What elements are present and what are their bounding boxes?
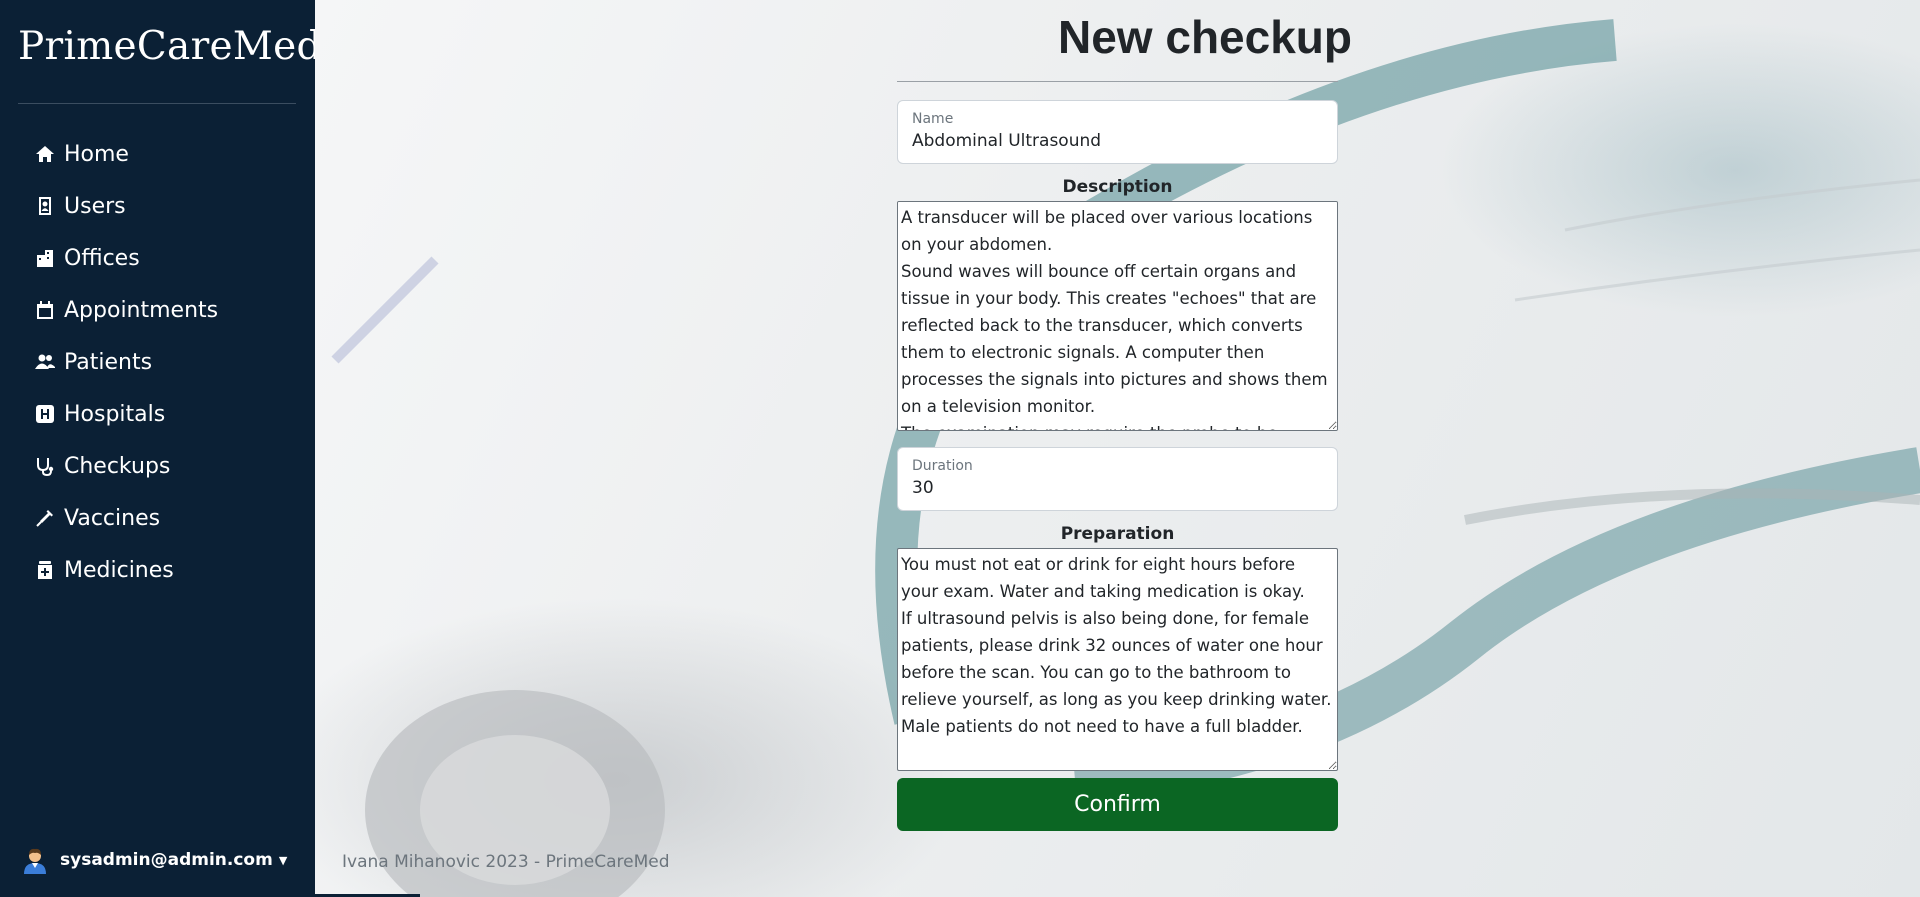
- sidebar-item-appointments[interactable]: Appointments: [34, 284, 218, 336]
- preparation-textarea[interactable]: You must not eat or drink for eight hour…: [897, 548, 1338, 771]
- sidebar-item-label: Appointments: [64, 297, 219, 323]
- sidebar-item-label: Offices: [64, 245, 140, 271]
- sidebar-item-label: Users: [64, 193, 126, 219]
- user-menu[interactable]: sysadmin@admin.com ▼: [22, 846, 287, 874]
- hospital-h-icon: [34, 403, 56, 425]
- sidebar-item-label: Patients: [64, 349, 153, 375]
- sidebar-item-home[interactable]: Home: [34, 128, 218, 180]
- sidebar-item-users[interactable]: Users: [34, 180, 218, 232]
- name-label: Name: [912, 111, 954, 127]
- name-field[interactable]: Name Abdominal Ultrasound: [897, 100, 1338, 164]
- sidebar-item-label: Vaccines: [64, 505, 161, 531]
- sidebar-item-offices[interactable]: Offices: [34, 232, 218, 284]
- description-textarea[interactable]: A transducer will be placed over various…: [897, 201, 1338, 431]
- sidebar-item-vaccines[interactable]: Vaccines: [34, 492, 218, 544]
- sidebar-item-label: Hospitals: [64, 401, 166, 427]
- duration-field[interactable]: Duration 30: [897, 447, 1338, 511]
- house-icon: [34, 143, 56, 165]
- brand-logo[interactable]: PrimeCareMed: [18, 24, 322, 69]
- stethoscope-icon: [34, 455, 56, 477]
- description-label: Description: [1062, 177, 1173, 197]
- sidebar-divider: [18, 103, 296, 104]
- page-title: New checkup: [1058, 11, 1352, 63]
- main-content: New checkup Name Abdominal Ultrasound De…: [315, 0, 1920, 897]
- sidebar-item-label: Checkups: [64, 453, 171, 479]
- name-input[interactable]: Abdominal Ultrasound: [912, 131, 1101, 151]
- sidebar-item-hospitals[interactable]: Hospitals: [34, 388, 218, 440]
- duration-label: Duration: [912, 458, 973, 474]
- duration-input[interactable]: 30: [912, 478, 934, 498]
- preparation-label: Preparation: [1060, 524, 1175, 544]
- title-divider: [897, 81, 1338, 82]
- footer-text: Ivana Mihanovic 2023 - PrimeCareMed: [342, 852, 670, 872]
- id-badge-icon: [34, 195, 56, 217]
- sidebar-item-checkups[interactable]: Checkups: [34, 440, 218, 492]
- user-avatar-icon: [24, 848, 46, 874]
- sidebar-item-patients[interactable]: Patients: [34, 336, 218, 388]
- sidebar-item-label: Home: [64, 141, 129, 167]
- sidebar-item-label: Medicines: [64, 557, 174, 583]
- user-email: sysadmin@admin.com: [60, 850, 273, 870]
- sidebar: PrimeCareMed Home Users Offices Appointm…: [0, 0, 322, 897]
- confirm-button[interactable]: Confirm: [897, 778, 1338, 831]
- syringe-icon: [34, 507, 56, 529]
- chevron-down-icon: ▼: [278, 853, 288, 867]
- capsule-icon: [34, 559, 56, 581]
- people-icon: [34, 351, 56, 373]
- sidebar-item-medicines[interactable]: Medicines: [34, 544, 218, 596]
- calendar-icon: [34, 299, 56, 321]
- buildings-icon: [34, 247, 56, 269]
- sidebar-nav: Home Users Offices Appointments Patients…: [34, 128, 218, 596]
